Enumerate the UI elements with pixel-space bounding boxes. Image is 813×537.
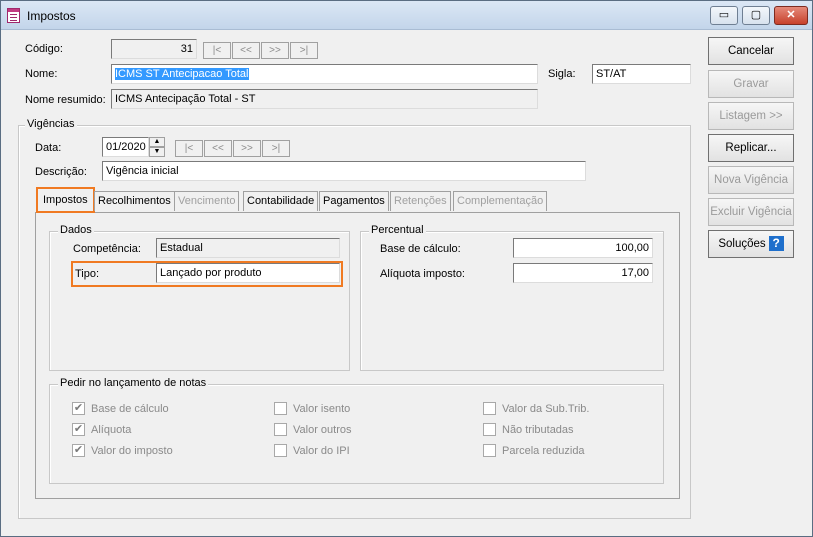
nav-first-button[interactable]: |< <box>203 42 231 59</box>
competencia-field[interactable]: Estadual <box>156 238 340 258</box>
checkbox-unchecked-icon[interactable] <box>274 402 287 415</box>
checkbox-checked-icon[interactable]: ✔ <box>72 444 85 457</box>
sigla-field[interactable]: ST/AT <box>592 64 691 84</box>
pedir-title: Pedir no lançamento de notas <box>58 377 209 389</box>
window-title: Impostos <box>27 9 76 23</box>
gravar-button[interactable]: Gravar <box>708 70 794 98</box>
tipo-label: Tipo: <box>75 268 100 280</box>
dados-title: Dados <box>58 224 94 236</box>
percentual-title: Percentual <box>369 224 426 236</box>
codigo-field[interactable]: 31 <box>111 39 197 59</box>
chk-valor-sub-trib[interactable]: Valor da Sub.Trib. <box>483 402 589 415</box>
chk-aliquota[interactable]: ✔ Alíquota <box>72 423 131 436</box>
codigo-label: Código: <box>25 43 63 55</box>
nav-prev-button[interactable]: << <box>232 42 260 59</box>
checkbox-unchecked-icon[interactable] <box>483 423 496 436</box>
nova-vigencia-button[interactable]: Nova Vigência <box>708 166 794 194</box>
maximize-button[interactable]: ▢ <box>742 6 770 25</box>
tipo-field[interactable]: Lançado por produto <box>156 263 340 283</box>
tab-retencoes[interactable]: Retenções <box>390 191 451 211</box>
chk-label: Valor outros <box>293 423 352 436</box>
sigla-label: Sigla: <box>548 68 576 80</box>
chk-parcela-reduzida[interactable]: Parcela reduzida <box>483 444 585 457</box>
nome-selected-text: ICMS ST Antecipacao Total <box>115 68 249 80</box>
data-spinner: ▲ ▼ <box>149 137 165 157</box>
chk-valor-ipi[interactable]: Valor do IPI <box>274 444 350 457</box>
impostos-window: Impostos ▭ ▢ ✕ Código: 31 |< << >> >| No… <box>0 0 813 537</box>
chk-valor-imposto[interactable]: ✔ Valor do imposto <box>72 444 173 457</box>
vigencia-navigator: |< << >> >| <box>175 140 291 157</box>
descricao-field[interactable]: Vigência inicial <box>102 161 586 181</box>
nome-resumido-field[interactable]: ICMS Antecipação Total - ST <box>111 89 538 109</box>
chk-label: Valor do imposto <box>91 444 173 457</box>
vigencias-title: Vigências <box>25 118 77 130</box>
vig-nav-last-button[interactable]: >| <box>262 140 290 157</box>
minimize-button[interactable]: ▭ <box>710 6 738 25</box>
data-field[interactable]: 01/2020 <box>102 137 149 157</box>
tab-contabilidade[interactable]: Contabilidade <box>243 191 319 211</box>
checkbox-unchecked-icon[interactable] <box>483 402 496 415</box>
chk-label: Alíquota <box>91 423 132 436</box>
chk-base-calculo[interactable]: ✔ Base de cálculo <box>72 402 169 415</box>
aliquota-field[interactable]: 17,00 <box>513 263 653 283</box>
close-button[interactable]: ✕ <box>774 6 808 25</box>
descricao-label: Descrição: <box>35 166 87 178</box>
checkbox-checked-icon[interactable]: ✔ <box>72 402 85 415</box>
title-bar[interactable]: Impostos ▭ ▢ ✕ <box>1 1 812 30</box>
chk-label: Valor do IPI <box>293 444 350 457</box>
codigo-navigator: |< << >> >| <box>203 42 319 59</box>
chk-label: Parcela reduzida <box>502 444 585 457</box>
tab-vencimento[interactable]: Vencimento <box>174 191 240 211</box>
chk-label: Valor isento <box>293 402 351 415</box>
checkbox-unchecked-icon[interactable] <box>274 444 287 457</box>
checkbox-unchecked-icon[interactable] <box>483 444 496 457</box>
data-label: Data: <box>35 142 62 154</box>
solucoes-label: Soluções <box>718 238 766 250</box>
document-icon <box>7 8 20 23</box>
vig-nav-first-button[interactable]: |< <box>175 140 203 157</box>
tab-recolhimentos[interactable]: Recolhimentos <box>94 191 175 211</box>
chk-label: Base de cálculo <box>91 402 169 415</box>
chk-nao-tributadas[interactable]: Não tributadas <box>483 423 574 436</box>
competencia-label: Competência: <box>73 243 141 255</box>
nav-last-button[interactable]: >| <box>290 42 318 59</box>
listagem-button[interactable]: Listagem >> <box>708 102 794 130</box>
checkbox-checked-icon[interactable]: ✔ <box>72 423 85 436</box>
base-field[interactable]: 100,00 <box>513 238 653 258</box>
spin-up-icon[interactable]: ▲ <box>149 137 165 147</box>
excluir-vigencia-button[interactable]: Excluir Vigência <box>708 198 794 226</box>
chk-valor-outros[interactable]: Valor outros <box>274 423 352 436</box>
cancelar-button[interactable]: Cancelar <box>708 37 794 65</box>
tab-impostos[interactable]: Impostos <box>36 187 95 213</box>
chk-label: Não tributadas <box>502 423 574 436</box>
tab-pagamentos[interactable]: Pagamentos <box>319 191 389 211</box>
spin-down-icon[interactable]: ▼ <box>149 147 165 157</box>
aliquota-label: Alíquota imposto: <box>380 268 465 280</box>
tab-complementacao[interactable]: Complementação <box>453 191 548 211</box>
vig-nav-prev-button[interactable]: << <box>204 140 232 157</box>
vig-nav-next-button[interactable]: >> <box>233 140 261 157</box>
base-label: Base de cálculo: <box>380 243 461 255</box>
help-icon: ? <box>768 236 784 252</box>
solucoes-button[interactable]: Soluções? <box>708 230 794 258</box>
replicar-button[interactable]: Replicar... <box>708 134 794 162</box>
checkbox-unchecked-icon[interactable] <box>274 423 287 436</box>
chk-label: Valor da Sub.Trib. <box>502 402 590 415</box>
nome-resumido-label: Nome resumido: <box>25 94 106 106</box>
nome-label: Nome: <box>25 68 58 80</box>
nome-field[interactable]: ICMS ST Antecipacao Total <box>111 64 538 84</box>
nav-next-button[interactable]: >> <box>261 42 289 59</box>
chk-valor-isento[interactable]: Valor isento <box>274 402 350 415</box>
